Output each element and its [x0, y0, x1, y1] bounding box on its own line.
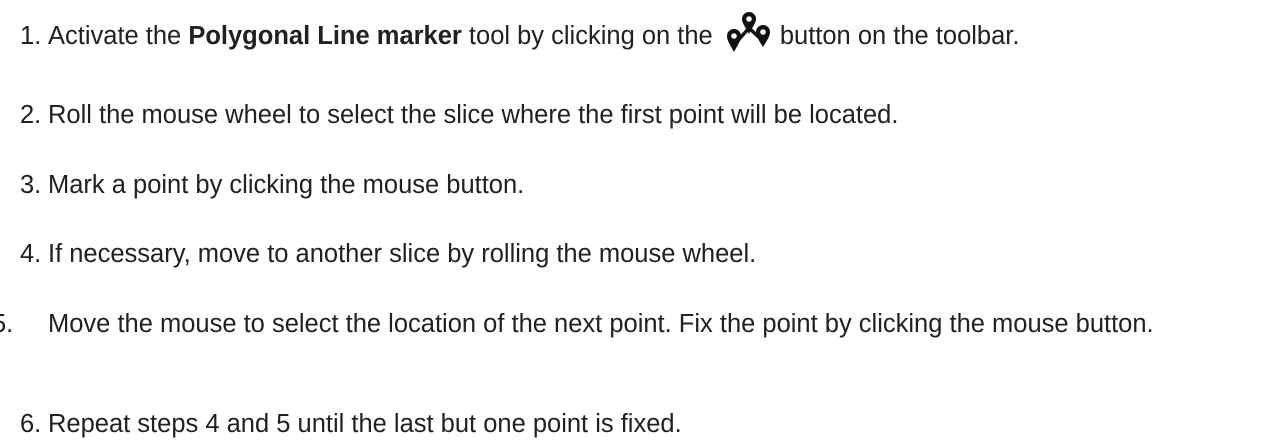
step-text-middle: tool by clicking on the [461, 22, 713, 50]
polygonal-line-marker-icon [726, 12, 770, 53]
step-3: 3. Mark a point by clicking the mouse but… [20, 167, 1255, 203]
tool-name: Polygonal Line marker [188, 22, 462, 50]
step-text: Mark a point by clicking the mouse butto… [48, 171, 525, 199]
step-number: 4. [20, 240, 42, 268]
step-text: Roll the mouse wheel to select the slice… [48, 101, 899, 129]
step-text: Repeat steps 4 and 5 until the last but … [48, 410, 682, 438]
step-5: 5. Move the mouse to select the location … [0, 306, 1255, 342]
step-2: 2. Roll the mouse wheel to select the sli… [20, 97, 1255, 133]
step-number: 1. [20, 22, 42, 50]
step-1: 1. Activate the Polygonal Line marker too… [20, 12, 1255, 56]
step-number: 5. [0, 310, 14, 338]
step-text: If necessary, move to another slice by r… [48, 240, 757, 268]
step-4: 4. If necessary, move to another slice by… [20, 236, 1255, 272]
step-6: 6. Repeat steps 4 and 5 until the last bu… [20, 406, 1255, 442]
step-text-after: button on the toolbar. [779, 22, 1020, 50]
step-number: 3. [20, 171, 42, 199]
step-text-before: Activate the [48, 22, 189, 50]
step-text: Move the mouse to select the location of… [48, 310, 1154, 338]
step-number: 6. [20, 410, 42, 438]
step-number: 2. [20, 101, 42, 129]
